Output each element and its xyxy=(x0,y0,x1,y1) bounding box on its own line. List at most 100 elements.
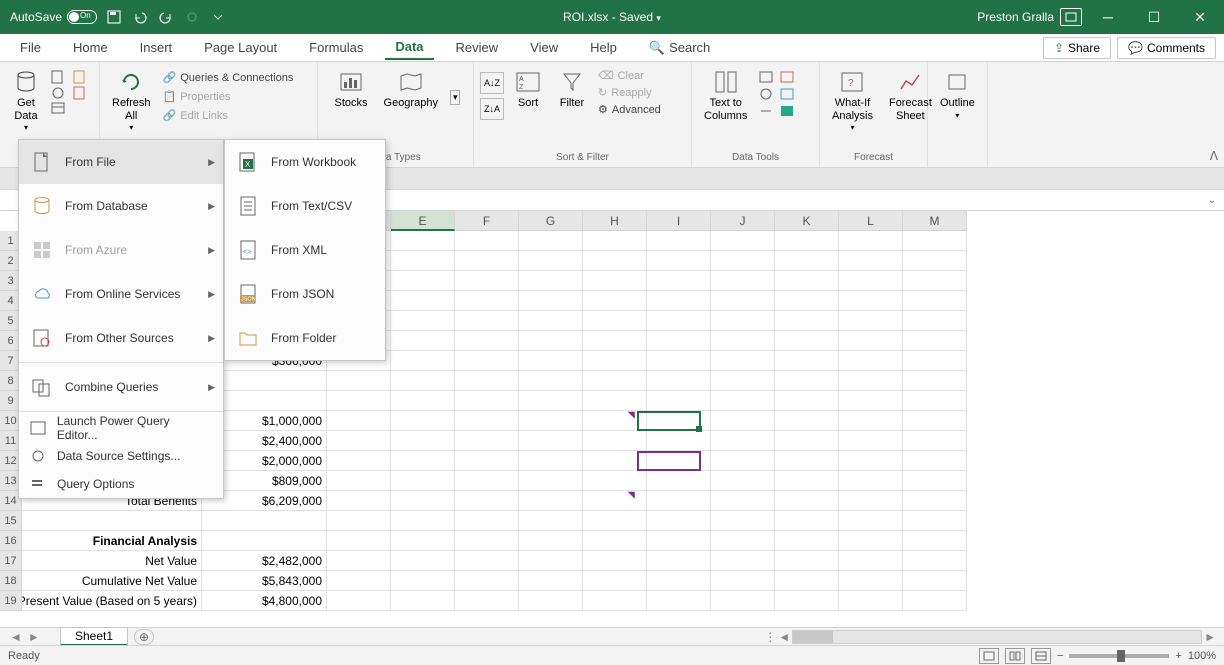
data-types-more-icon[interactable]: ▾ xyxy=(450,90,461,105)
hscroll-right-icon[interactable]: ► xyxy=(1204,630,1216,644)
cell-K10[interactable] xyxy=(775,411,839,431)
cell-H15[interactable] xyxy=(583,511,647,531)
cell-K4[interactable] xyxy=(775,291,839,311)
cell-L4[interactable] xyxy=(839,291,903,311)
from-text-icon[interactable] xyxy=(50,70,68,84)
column-header-K[interactable]: K xyxy=(775,211,839,231)
consolidate-icon[interactable] xyxy=(778,87,796,101)
cell-K13[interactable] xyxy=(775,471,839,491)
properties-button[interactable]: 📋Properties xyxy=(161,89,296,104)
cell-L14[interactable] xyxy=(839,491,903,511)
add-sheet-button[interactable]: ⊕ xyxy=(134,629,154,645)
menu-from-azure[interactable]: From Azure▶ xyxy=(19,228,223,272)
toggle-switch[interactable]: On xyxy=(67,10,97,24)
cell-L7[interactable] xyxy=(839,351,903,371)
row-header-19[interactable]: 19 xyxy=(0,591,22,611)
cell-H16[interactable] xyxy=(583,531,647,551)
row-header-17[interactable]: 17 xyxy=(0,551,22,571)
menu-from-text-csv[interactable]: From Text/CSV xyxy=(225,184,385,228)
reapply-button[interactable]: ↻Reapply xyxy=(596,85,663,100)
cell-M2[interactable] xyxy=(903,251,967,271)
cell-J8[interactable] xyxy=(711,371,775,391)
cell-M19[interactable] xyxy=(903,591,967,611)
cell-E6[interactable] xyxy=(391,331,455,351)
collapse-ribbon-icon[interactable]: ᐱ xyxy=(1210,149,1218,163)
cell-G9[interactable] xyxy=(519,391,583,411)
data-validation-icon[interactable] xyxy=(757,87,775,101)
column-header-H[interactable]: H xyxy=(583,211,647,231)
cell-H4[interactable] xyxy=(583,291,647,311)
cell-F9[interactable] xyxy=(455,391,519,411)
cell-I2[interactable] xyxy=(647,251,711,271)
cell-F7[interactable] xyxy=(455,351,519,371)
cell-G3[interactable] xyxy=(519,271,583,291)
cell-K16[interactable] xyxy=(775,531,839,551)
geography-button[interactable]: Geography xyxy=(378,66,444,112)
cell-I15[interactable] xyxy=(647,511,711,531)
cell-L16[interactable] xyxy=(839,531,903,551)
cell-K2[interactable] xyxy=(775,251,839,271)
hscroll-split-icon[interactable]: ⋮ xyxy=(764,630,776,644)
cell-I18[interactable] xyxy=(647,571,711,591)
cell-M12[interactable] xyxy=(903,451,967,471)
menu-from-other[interactable]: From Other Sources▶ xyxy=(19,316,223,360)
cell-D11[interactable] xyxy=(327,431,391,451)
cell-F16[interactable] xyxy=(455,531,519,551)
tab-formulas[interactable]: Formulas xyxy=(299,36,373,59)
hscroll-left-icon[interactable]: ◄ xyxy=(778,630,790,644)
cell-I8[interactable] xyxy=(647,371,711,391)
cell-J6[interactable] xyxy=(711,331,775,351)
cell-L1[interactable] xyxy=(839,231,903,251)
cell-D10[interactable] xyxy=(327,411,391,431)
column-header-G[interactable]: G xyxy=(519,211,583,231)
tab-home[interactable]: Home xyxy=(63,36,118,59)
comments-button[interactable]: 💬Comments xyxy=(1117,37,1216,59)
cell-J18[interactable] xyxy=(711,571,775,591)
cell-F19[interactable] xyxy=(455,591,519,611)
cell-L3[interactable] xyxy=(839,271,903,291)
cell-M16[interactable] xyxy=(903,531,967,551)
undo-icon[interactable] xyxy=(131,8,149,26)
cell-J5[interactable] xyxy=(711,311,775,331)
menu-combine-queries[interactable]: Combine Queries▶ xyxy=(19,365,223,409)
maximize-button[interactable]: ☐ xyxy=(1134,0,1174,34)
cell-I11[interactable] xyxy=(647,431,711,451)
cell-M14[interactable] xyxy=(903,491,967,511)
column-header-E[interactable]: E xyxy=(391,211,455,231)
cell-H3[interactable] xyxy=(583,271,647,291)
cell-G18[interactable] xyxy=(519,571,583,591)
cell-K11[interactable] xyxy=(775,431,839,451)
cell-L12[interactable] xyxy=(839,451,903,471)
cell-F6[interactable] xyxy=(455,331,519,351)
flash-fill-icon[interactable] xyxy=(757,70,775,84)
user-avatar-icon[interactable] xyxy=(1060,8,1082,26)
cell-M17[interactable] xyxy=(903,551,967,571)
cell-F15[interactable] xyxy=(455,511,519,531)
cell-K6[interactable] xyxy=(775,331,839,351)
row-header-16[interactable]: 16 xyxy=(0,531,22,551)
cell-L15[interactable] xyxy=(839,511,903,531)
tab-insert[interactable]: Insert xyxy=(130,36,183,59)
cell-G7[interactable] xyxy=(519,351,583,371)
data-model-icon[interactable] xyxy=(778,104,796,118)
cell-L19[interactable] xyxy=(839,591,903,611)
cell-F11[interactable] xyxy=(455,431,519,451)
cell-G11[interactable] xyxy=(519,431,583,451)
cell-K9[interactable] xyxy=(775,391,839,411)
cell-J19[interactable] xyxy=(711,591,775,611)
cell-B18[interactable]: Cumulative Net Value xyxy=(22,571,202,591)
menu-launch-pq[interactable]: Launch Power Query Editor... xyxy=(19,414,223,442)
relationships-icon[interactable] xyxy=(757,104,775,118)
cell-M5[interactable] xyxy=(903,311,967,331)
cell-E5[interactable] xyxy=(391,311,455,331)
menu-from-database[interactable]: From Database▶ xyxy=(19,184,223,228)
cell-F5[interactable] xyxy=(455,311,519,331)
column-header-I[interactable]: I xyxy=(647,211,711,231)
cell-I14[interactable] xyxy=(647,491,711,511)
sheet-prev-icon[interactable]: ◄ xyxy=(10,630,22,644)
sheet-next-icon[interactable]: ► xyxy=(28,630,40,644)
cell-E13[interactable] xyxy=(391,471,455,491)
cell-B19[interactable]: Net Present Value (Based on 5 years) xyxy=(22,591,202,611)
cell-G10[interactable] xyxy=(519,411,583,431)
cell-F1[interactable] xyxy=(455,231,519,251)
